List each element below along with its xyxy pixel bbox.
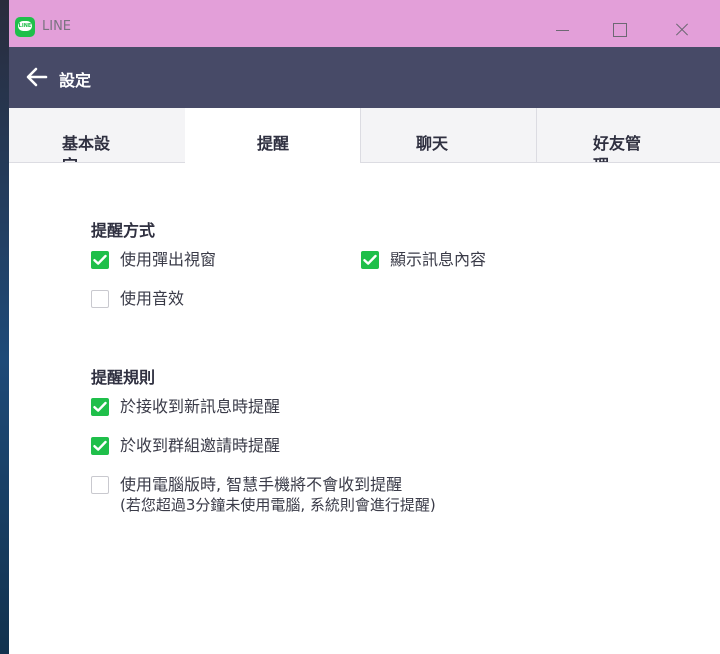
page-title: 設定 (59, 71, 92, 90)
settings-tab-bar: 基本設定 提醒 聊天 好友管理 (9, 108, 720, 163)
option-label-line1: 使用電腦版時, 智慧手機將不會收到提醒 (120, 475, 403, 494)
maximize-button[interactable] (607, 17, 637, 43)
title-bar[interactable]: LINE LINE (9, 0, 720, 47)
line-logo-icon: LINE (15, 17, 35, 37)
tab-label: 基本設定 (62, 134, 111, 162)
app-title: LINE (42, 19, 72, 34)
close-button[interactable] (668, 17, 698, 43)
checkbox-checked[interactable] (91, 251, 109, 269)
option-use-sound[interactable]: 使用音效 (91, 289, 291, 311)
settings-header: 設定 (9, 47, 720, 108)
tab-label: 好友管理 (593, 134, 642, 162)
option-pc-suppress-phone-alert[interactable]: 使用電腦版時, 智慧手機將不會收到提醒 (若您超過3分鐘未使用電腦, 系統則會進… (91, 475, 521, 521)
checkbox-unchecked[interactable] (91, 290, 109, 308)
option-new-message-alert[interactable]: 於接收到新訊息時提醒 (91, 397, 351, 419)
minimize-button[interactable] (549, 17, 579, 43)
tab-basic-settings[interactable]: 基本設定 (9, 108, 186, 163)
tab-chat[interactable]: 聊天 (360, 108, 537, 163)
checkbox-checked[interactable] (91, 398, 109, 416)
back-arrow-icon[interactable] (26, 67, 48, 87)
tab-friend-management[interactable]: 好友管理 (536, 108, 720, 163)
tab-notifications[interactable]: 提醒 (185, 108, 360, 163)
option-label-line2: (若您超過3分鐘未使用電腦, 系統則會進行提醒) (120, 496, 436, 514)
tab-label: 聊天 (416, 134, 449, 153)
checkbox-checked[interactable] (361, 251, 379, 269)
tab-label: 提醒 (256, 134, 289, 153)
checkbox-checked[interactable] (91, 437, 109, 455)
notification-method-heading: 提醒方式 (91, 221, 156, 240)
option-show-message-content[interactable]: 顯示訊息內容 (361, 250, 561, 272)
checkbox-unchecked[interactable] (91, 476, 109, 494)
option-group-invite-alert[interactable]: 於收到群組邀請時提醒 (91, 436, 351, 458)
option-popup-window[interactable]: 使用彈出視窗 (91, 250, 291, 272)
line-settings-window: LINE LINE 設定 基本設定 提醒 聊天 好友管理 提醒方式 使用彈出視窗 (9, 0, 720, 654)
notification-rules-heading: 提醒規則 (91, 368, 156, 387)
